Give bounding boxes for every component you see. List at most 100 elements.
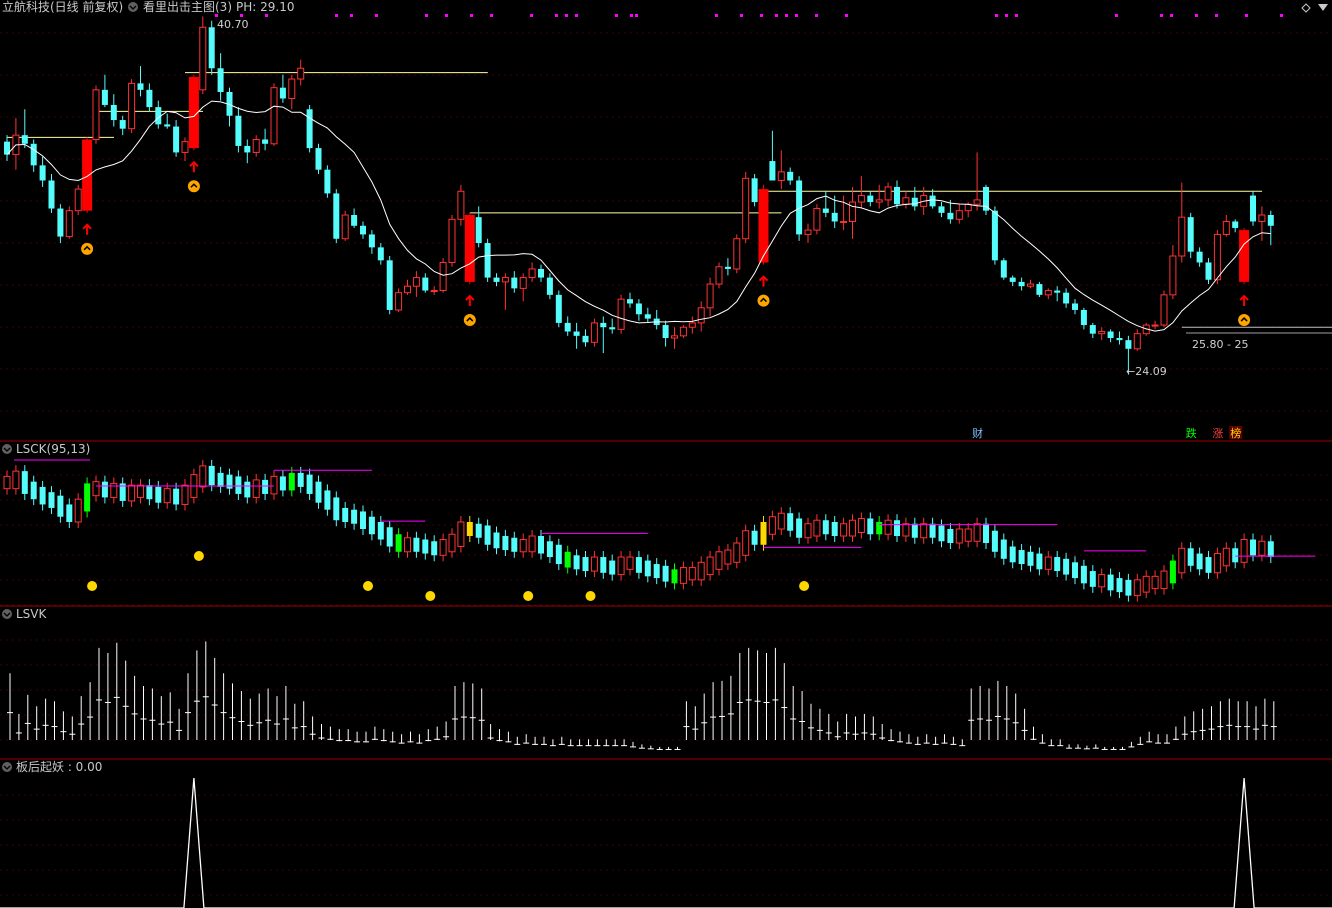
lsck-bar[interactable] bbox=[546, 535, 553, 564]
lsvk-bar[interactable] bbox=[505, 731, 512, 743]
candle[interactable] bbox=[146, 83, 153, 112]
lsvk-bar[interactable] bbox=[914, 736, 921, 745]
lsck-bar[interactable] bbox=[324, 484, 331, 516]
lsvk-bar[interactable] bbox=[923, 734, 930, 744]
candle[interactable] bbox=[501, 273, 509, 310]
lsck-bar[interactable] bbox=[431, 535, 438, 562]
lsck-bar[interactable] bbox=[1222, 542, 1230, 572]
candle[interactable] bbox=[181, 137, 189, 162]
candle[interactable] bbox=[991, 206, 998, 265]
lsvk-bar[interactable] bbox=[1190, 711, 1197, 740]
lsck-bar[interactable] bbox=[902, 517, 910, 543]
candle[interactable] bbox=[4, 135, 10, 162]
lsvk-bar[interactable] bbox=[87, 682, 94, 740]
candle[interactable] bbox=[30, 139, 37, 172]
candle[interactable] bbox=[128, 79, 136, 133]
lsck-bar[interactable] bbox=[1178, 542, 1186, 579]
lsvk-bar[interactable] bbox=[478, 688, 485, 741]
lsck-bar[interactable] bbox=[30, 475, 37, 506]
lsvk-bar[interactable] bbox=[1030, 726, 1037, 740]
diamond-icon[interactable] bbox=[1301, 3, 1311, 13]
lsvk-bar[interactable] bbox=[291, 703, 298, 740]
candle[interactable] bbox=[48, 174, 55, 213]
lsck-bar[interactable] bbox=[822, 514, 829, 541]
candle[interactable] bbox=[270, 83, 278, 146]
lsck-bar[interactable] bbox=[511, 531, 518, 558]
candle[interactable] bbox=[706, 277, 714, 317]
lsvk-bar[interactable] bbox=[1181, 716, 1188, 740]
lsvk-bar[interactable] bbox=[1164, 734, 1170, 744]
lsvk-bar[interactable] bbox=[380, 729, 387, 742]
lsvk-bar[interactable] bbox=[638, 744, 645, 749]
lsck-bar[interactable] bbox=[21, 465, 28, 500]
candle[interactable] bbox=[573, 322, 580, 349]
candle[interactable] bbox=[155, 100, 162, 129]
lsvk-bar[interactable] bbox=[149, 688, 156, 741]
candle[interactable] bbox=[804, 223, 812, 244]
lsck-bar[interactable] bbox=[484, 519, 491, 551]
lsvk-bar[interactable] bbox=[1075, 744, 1081, 749]
lsvk-bar[interactable] bbox=[1092, 744, 1099, 749]
bhqy-title[interactable]: 板后起妖 : 0.00 bbox=[16, 760, 102, 774]
lsvk-bar[interactable] bbox=[558, 736, 565, 745]
lsvk-bar[interactable] bbox=[1226, 698, 1233, 740]
lsck-bar[interactable] bbox=[1250, 533, 1256, 562]
candle[interactable] bbox=[1044, 288, 1052, 300]
lsvk-bar[interactable] bbox=[950, 736, 957, 745]
candle[interactable] bbox=[564, 316, 571, 336]
lsvk-bar[interactable] bbox=[1155, 734, 1162, 744]
lsvk-bar[interactable] bbox=[567, 739, 574, 747]
candle[interactable] bbox=[902, 191, 910, 209]
lsck-bar[interactable] bbox=[66, 498, 73, 528]
candle[interactable] bbox=[297, 59, 305, 86]
lsck-bar[interactable] bbox=[973, 517, 981, 548]
lsvk-bar[interactable] bbox=[24, 694, 31, 740]
lsvk-bar[interactable] bbox=[799, 691, 806, 740]
lsck-bar[interactable] bbox=[796, 512, 803, 544]
lsck-bar[interactable] bbox=[1187, 542, 1194, 572]
lsck-bar[interactable] bbox=[590, 551, 598, 578]
stock-title[interactable]: 立航科技(日线 前复权) bbox=[2, 0, 123, 14]
candle[interactable] bbox=[894, 180, 900, 209]
lsck-bar[interactable] bbox=[1142, 570, 1150, 599]
lsck-bar[interactable] bbox=[57, 489, 64, 523]
lsck-bar[interactable] bbox=[413, 531, 420, 558]
lsck-bar[interactable] bbox=[760, 515, 767, 551]
signal-candle[interactable] bbox=[82, 137, 93, 213]
lsvk-bar[interactable] bbox=[211, 658, 218, 740]
lsck-bar[interactable] bbox=[1213, 547, 1221, 579]
lsck-bar[interactable] bbox=[715, 545, 723, 576]
lsvk-bar[interactable] bbox=[140, 685, 147, 740]
bhqy-pane[interactable] bbox=[0, 777, 1332, 908]
candle[interactable] bbox=[875, 184, 883, 209]
candle[interactable] bbox=[1258, 206, 1266, 241]
lsck-bar[interactable] bbox=[457, 515, 465, 553]
lsvk-bar[interactable] bbox=[425, 729, 432, 742]
candle[interactable] bbox=[955, 204, 963, 224]
lsvk-bar[interactable] bbox=[808, 703, 814, 740]
lsvk-bar[interactable] bbox=[42, 698, 49, 740]
candle[interactable] bbox=[679, 325, 687, 338]
lsvk-bar[interactable] bbox=[674, 746, 681, 750]
candle[interactable] bbox=[1187, 212, 1194, 259]
lsck-bar[interactable] bbox=[101, 475, 108, 504]
candle[interactable] bbox=[1080, 307, 1087, 330]
candle[interactable] bbox=[21, 109, 28, 149]
lsck-bar[interactable] bbox=[929, 517, 936, 544]
lsck-bar[interactable] bbox=[1116, 572, 1123, 599]
lsvk-bar[interactable] bbox=[33, 706, 40, 740]
candle[interactable] bbox=[377, 243, 384, 265]
candle[interactable] bbox=[1089, 322, 1096, 338]
lsvk-bar[interactable] bbox=[986, 688, 992, 741]
lsvk-bar[interactable] bbox=[710, 682, 717, 740]
candle[interactable] bbox=[911, 186, 918, 211]
candle[interactable] bbox=[119, 115, 126, 136]
candle[interactable] bbox=[1107, 329, 1114, 343]
candle[interactable] bbox=[448, 215, 456, 267]
lsck-bar[interactable] bbox=[475, 517, 482, 544]
lsck-bar[interactable] bbox=[688, 561, 696, 586]
candle[interactable] bbox=[244, 139, 251, 164]
lsck-bar[interactable] bbox=[404, 531, 411, 558]
candle[interactable] bbox=[164, 113, 171, 129]
lsck-bar[interactable] bbox=[1089, 565, 1096, 593]
